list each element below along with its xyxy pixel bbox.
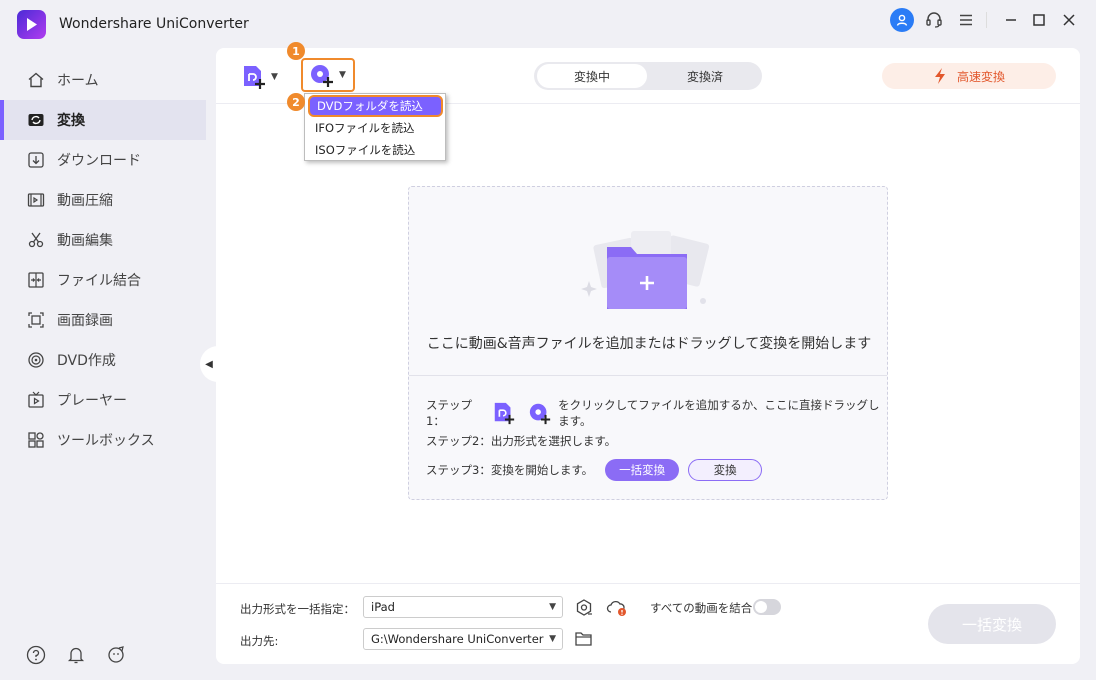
- convert-icon: [26, 110, 46, 130]
- drop-zone[interactable]: ここに動画&音声ファイルを追加またはドラッグして変換を開始します ステップ1： …: [408, 186, 888, 500]
- status-tabs: 変換中 変換済: [534, 62, 762, 90]
- user-account-icon[interactable]: [890, 8, 914, 32]
- dvd-icon: [26, 350, 46, 370]
- merge-all-toggle[interactable]: [753, 599, 781, 615]
- load-dvd-button[interactable]: ▼: [301, 58, 355, 92]
- record-icon: [26, 310, 46, 330]
- title-bar: Wondershare UniConverter: [0, 0, 1096, 48]
- sidebar-item-dvd[interactable]: DVD作成: [0, 340, 206, 380]
- merge-icon: [26, 270, 46, 290]
- menu-item-load-dvd-folder[interactable]: DVDフォルダを読込: [308, 95, 443, 117]
- maximize-button[interactable]: [1027, 8, 1051, 32]
- sidebar-item-toolbox[interactable]: ツールボックス: [0, 420, 206, 460]
- tab-converted[interactable]: 変換済: [650, 64, 760, 88]
- chevron-down-icon: ▼: [549, 634, 556, 644]
- chevron-down-icon: ▼: [339, 70, 346, 80]
- sidebar-item-edit[interactable]: 動画編集: [0, 220, 206, 260]
- app-logo-icon: [17, 10, 46, 39]
- dvd-load-icon: [311, 65, 333, 87]
- chevron-down-icon: ▼: [271, 72, 278, 82]
- output-format-select[interactable]: iPad ▼: [363, 596, 563, 618]
- home-icon: [26, 70, 46, 90]
- add-file-icon: [244, 66, 265, 89]
- close-button[interactable]: [1057, 8, 1081, 32]
- convert-all-button[interactable]: 一括変換: [928, 604, 1056, 644]
- help-icon[interactable]: [25, 644, 47, 666]
- step-badge-1: 1: [287, 42, 305, 60]
- output-path-value: G:\Wondershare UniConverter: [371, 632, 544, 646]
- hamburger-menu-icon[interactable]: [954, 8, 978, 32]
- high-speed-button[interactable]: 高速変換: [882, 63, 1056, 89]
- add-file-icon: [492, 401, 516, 425]
- player-icon: [26, 390, 46, 410]
- sidebar-item-label: ファイル結合: [57, 273, 141, 289]
- step-2: ステップ2：出力形式を選択します。: [426, 434, 617, 448]
- lightning-icon: [934, 68, 945, 84]
- step-badge-2: 2: [287, 93, 305, 111]
- download-icon: [26, 150, 46, 170]
- step-3-text: ステップ3：変換を開始します。: [426, 463, 594, 477]
- title-separator: [986, 12, 987, 28]
- step-1: ステップ1： をクリックしてファイルを追加するか、ここに直接ドラッグします。: [426, 397, 887, 429]
- drop-zone-instruction: ここに動画&音声ファイルを追加またはドラッグして変換を開始します: [426, 336, 872, 352]
- sidebar-item-label: プレーヤー: [57, 393, 127, 409]
- add-file-button[interactable]: ▼: [241, 62, 287, 92]
- sidebar-item-label: ホーム: [57, 73, 99, 89]
- sidebar-item-label: 動画編集: [57, 233, 113, 249]
- sidebar-item-convert[interactable]: 変換: [0, 100, 206, 140]
- step-1-prefix: ステップ1：: [426, 398, 472, 428]
- toolbox-icon: [26, 430, 46, 450]
- output-format-label: 出力形式を一括指定：: [240, 602, 355, 616]
- sidebar-item-label: 動画圧縮: [57, 193, 113, 209]
- feedback-icon[interactable]: [105, 644, 127, 666]
- sidebar-item-player[interactable]: プレーヤー: [0, 380, 206, 420]
- sidebar-item-label: ツールボックス: [57, 433, 155, 449]
- minimize-button[interactable]: [999, 8, 1023, 32]
- headset-support-icon[interactable]: [922, 8, 946, 32]
- dvd-load-icon: [528, 401, 552, 425]
- menu-item-load-ifo[interactable]: IFOファイルを読込: [305, 117, 445, 139]
- tab-converting[interactable]: 変換中: [537, 64, 647, 88]
- sidebar-item-merge[interactable]: ファイル結合: [0, 260, 206, 300]
- menu-item-load-iso[interactable]: ISOファイルを読込: [305, 139, 445, 161]
- drop-zone-divider: [409, 375, 887, 376]
- sidebar-item-home[interactable]: ホーム: [0, 60, 206, 100]
- convert-button[interactable]: 変換: [688, 459, 763, 481]
- app-title: Wondershare UniConverter: [59, 16, 249, 32]
- cloud-icon[interactable]: [606, 598, 628, 622]
- output-format-value: iPad: [371, 600, 395, 614]
- step-1-suffix: をクリックしてファイルを追加するか、ここに直接ドラッグします。: [558, 398, 880, 428]
- dvd-load-menu: DVDフォルダを読込 IFOファイルを読込 ISOファイルを読込: [304, 93, 446, 161]
- batch-convert-button[interactable]: 一括変換: [605, 459, 680, 481]
- sidebar-item-label: DVD作成: [57, 353, 116, 369]
- step-3: ステップ3：変換を開始します。 一括変換 変換: [426, 459, 763, 481]
- scissors-icon: [26, 230, 46, 250]
- merge-all-label: すべての動画を結合: [650, 601, 753, 615]
- output-path-label: 出力先:: [240, 634, 279, 648]
- add-folder-illustration-icon: [579, 227, 719, 317]
- sidebar-item-compress[interactable]: 動画圧縮: [0, 180, 206, 220]
- folder-open-icon[interactable]: [574, 630, 594, 652]
- sidebar-item-download[interactable]: ダウンロード: [0, 140, 206, 180]
- chevron-down-icon: ▼: [549, 602, 556, 612]
- bottom-divider: [216, 583, 1080, 584]
- sidebar-item-label: ダウンロード: [57, 153, 141, 169]
- bell-icon[interactable]: [65, 644, 87, 666]
- settings-icon[interactable]: [574, 598, 594, 622]
- high-speed-label: 高速変換: [956, 69, 1005, 84]
- sidebar-item-label: 画面録画: [57, 313, 113, 329]
- output-path-select[interactable]: G:\Wondershare UniConverter ▼: [363, 628, 563, 650]
- compress-icon: [26, 190, 46, 210]
- sidebar-item-label: 変換: [57, 113, 85, 129]
- sidebar-item-screen-record[interactable]: 画面録画: [0, 300, 206, 340]
